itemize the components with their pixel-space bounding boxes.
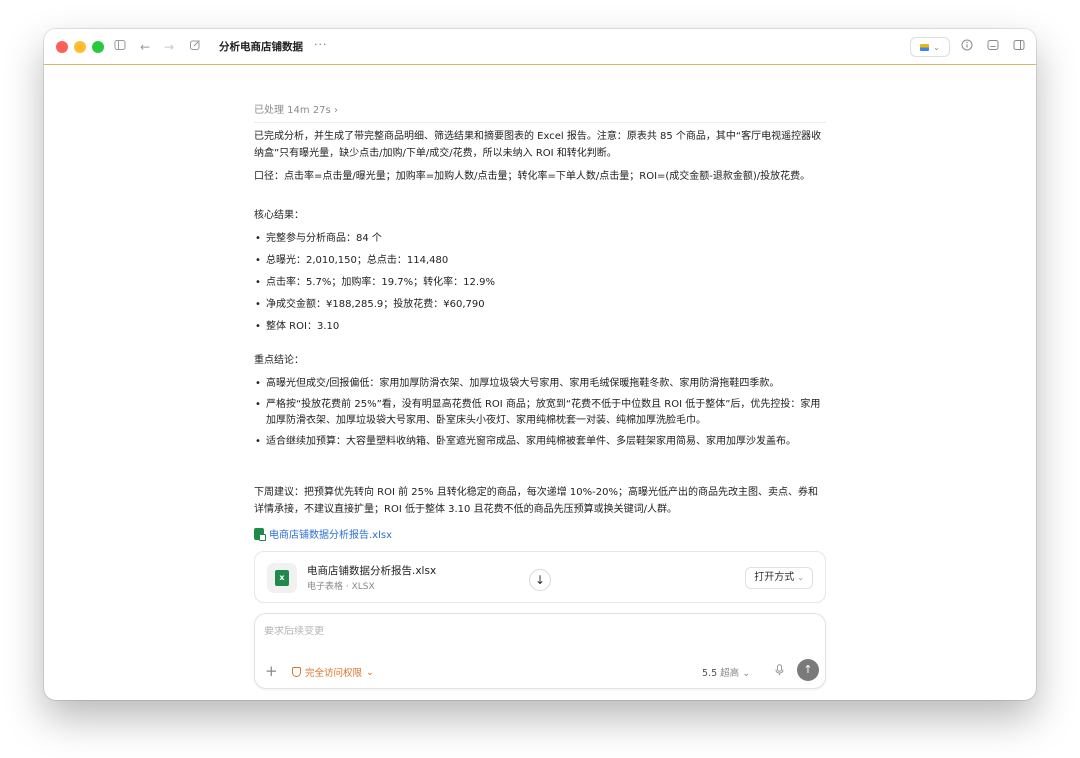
list-item: 严格按“投放花费前 25%”看，没有明显高花费低 ROI 商品；放宽到“花费不低… bbox=[254, 397, 826, 429]
report-file-link-label: 电商店铺数据分析报告.xlsx bbox=[269, 530, 393, 541]
terminal-icon[interactable] bbox=[985, 39, 1001, 55]
more-options-button[interactable]: ··· bbox=[314, 38, 328, 51]
edit-icon[interactable] bbox=[187, 39, 203, 55]
processing-time[interactable]: 已处理 14m 27s › bbox=[254, 101, 826, 123]
access-permission-label: 完全访问权限 bbox=[305, 668, 363, 679]
conversation-title: 分析电商店铺数据 bbox=[219, 41, 303, 53]
excel-badge: x bbox=[275, 570, 289, 586]
key-findings-list: 高曝光但成交/回报偏低：家用加厚防滑衣架、加厚垃圾袋大号家用、家用毛绒保暖拖鞋冬… bbox=[254, 376, 826, 450]
app-icon bbox=[920, 43, 930, 51]
list-item: 高曝光但成交/回报偏低：家用加厚防滑衣架、加厚垃圾袋大号家用、家用毛绒保暖拖鞋冬… bbox=[254, 376, 826, 392]
next-week-paragraph: 下周建议：把预算优先转向 ROI 前 25% 且转化稳定的商品，每次递增 10%… bbox=[254, 487, 818, 515]
app-window: ← → 分析电商店铺数据 ··· ⌄ 已处理 14m 27s › 已完成分析，并… bbox=[44, 29, 1036, 700]
window-controls bbox=[56, 41, 104, 53]
list-item: 完整参与分析商品：84 个 bbox=[254, 231, 826, 247]
chevron-right-icon: › bbox=[333, 105, 338, 116]
arrow-up-icon: ↑ bbox=[803, 663, 813, 676]
list-item: 总曝光：2,010,150；总点击：114,480 bbox=[254, 253, 826, 269]
processing-time-label: 已处理 14m 27s bbox=[254, 105, 331, 116]
excel-file-icon: x bbox=[267, 563, 297, 593]
send-button[interactable]: ↑ bbox=[797, 659, 819, 681]
composer: + 完全访问权限 ⌄ 5.5 超高 ⌄ ↑ bbox=[254, 613, 826, 689]
microphone-button[interactable] bbox=[775, 664, 784, 679]
follow-up-input[interactable] bbox=[264, 626, 804, 637]
caliber-paragraph: 口径：点击率=点击量/曝光量；加购率=加购人数/点击量；转化率=下单人数/点击量… bbox=[254, 171, 811, 182]
list-item: 适合继续加预算：大容量塑料收纳箱、卧室遮光窗帘成品、家用纯棉被套单件、多层鞋架家… bbox=[254, 434, 826, 450]
list-item: 净成交金额：¥188,285.9；投放花费：¥60,790 bbox=[254, 297, 826, 313]
model-selector[interactable]: 5.5 超高 ⌄ bbox=[702, 665, 750, 679]
file-attachment-card[interactable]: x 电商店铺数据分析报告.xlsx 电子表格 · XLSX ↓ 打开方式 ⌄ bbox=[254, 551, 826, 603]
chevron-down-icon: ⌄ bbox=[742, 668, 751, 679]
titlebar: ← → 分析电商店铺数据 ··· ⌄ bbox=[44, 29, 1036, 65]
list-item: 点击率：5.7%；加购率：19.7%；转化率：12.9% bbox=[254, 275, 826, 291]
chevron-down-icon: ⌄ bbox=[366, 666, 374, 678]
core-results-heading: 核心结果： bbox=[254, 210, 304, 221]
key-findings-heading: 重点结论： bbox=[254, 355, 304, 366]
chevron-down-icon: ⌄ bbox=[933, 42, 940, 52]
reasoning-level: 超高 bbox=[720, 668, 740, 679]
spreadsheet-icon bbox=[254, 527, 266, 541]
core-results-list: 完整参与分析商品：84 个 总曝光：2,010,150；总点击：114,480 … bbox=[254, 231, 826, 335]
arrow-left-icon[interactable]: ← bbox=[137, 39, 153, 55]
info-icon[interactable] bbox=[959, 39, 975, 55]
summary-paragraph: 已完成分析，并生成了带完整商品明细、筛选结果和摘要图表的 Excel 报告。注意… bbox=[254, 131, 822, 159]
sidebar-icon[interactable] bbox=[112, 39, 128, 55]
access-permission-dropdown[interactable]: 完全访问权限 ⌄ bbox=[292, 665, 374, 679]
file-name: 电商店铺数据分析报告.xlsx bbox=[307, 565, 437, 577]
file-type: 电子表格 · XLSX bbox=[307, 582, 375, 592]
report-file-link[interactable]: 电商店铺数据分析报告.xlsx bbox=[254, 526, 392, 541]
list-item: 整体 ROI：3.10 bbox=[254, 319, 826, 335]
download-button[interactable]: ↓ bbox=[529, 569, 551, 591]
arrow-right-icon[interactable]: → bbox=[161, 39, 177, 55]
chevron-down-icon: ⌄ bbox=[797, 573, 804, 582]
open-with-label: 打开方式 bbox=[754, 572, 795, 583]
plus-icon: + bbox=[265, 662, 278, 680]
microphone-icon bbox=[775, 664, 784, 676]
zoom-window-button[interactable] bbox=[92, 41, 104, 53]
open-with-button[interactable]: 打开方式 ⌄ bbox=[745, 567, 813, 589]
open-in-app-dropdown[interactable]: ⌄ bbox=[910, 37, 950, 57]
download-icon: ↓ bbox=[534, 573, 546, 587]
minimize-window-button[interactable] bbox=[74, 41, 86, 53]
shield-icon bbox=[292, 667, 301, 677]
add-attachment-button[interactable]: + bbox=[265, 663, 278, 679]
close-window-button[interactable] bbox=[56, 41, 68, 53]
model-version: 5.5 bbox=[702, 668, 718, 679]
panel-icon[interactable] bbox=[1011, 39, 1027, 55]
